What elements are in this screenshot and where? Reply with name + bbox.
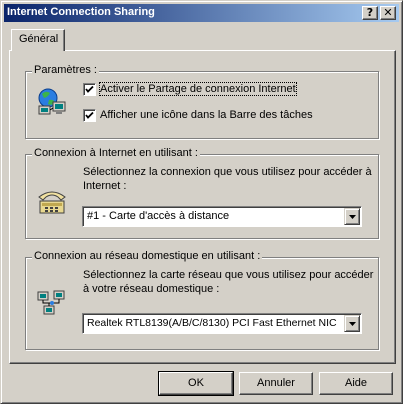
home-description-line1: Sélectionnez la carte réseau que vous ut… [83, 269, 374, 281]
dialog-window: Internet Connection Sharing ? ✕ Général … [0, 0, 403, 404]
network-sharing-icon [38, 88, 66, 115]
enable-sharing-label[interactable]: Activer le Partage de connexion Internet [99, 82, 297, 96]
window-title: Internet Connection Sharing [7, 6, 155, 18]
checkmark-icon [85, 85, 94, 93]
params-group: Paramètres : Activer le Partage de conne… [25, 64, 379, 139]
show-taskbar-icon-label[interactable]: Afficher une icône dans la Barre des tâc… [100, 109, 313, 121]
internet-group-label: Connexion à Internet en utilisant : [32, 147, 200, 159]
internet-description-line1: Sélectionnez la connexion que vous utili… [83, 166, 372, 178]
enable-sharing-checkbox[interactable] [83, 83, 96, 96]
home-network-adapter-value: Realtek RTL8139(A/B/C/8130) PCI Fast Eth… [87, 317, 337, 329]
internet-description-line2: Internet : [83, 180, 127, 192]
chevron-down-icon [349, 215, 356, 219]
telephone-modem-icon [38, 191, 66, 214]
params-group-label: Paramètres : [32, 64, 99, 76]
ok-button[interactable]: OK [158, 371, 234, 396]
home-network-group: Connexion au réseau domestique en utilis… [25, 250, 379, 350]
close-button[interactable]: ✕ [380, 6, 396, 20]
home-network-adapter-select[interactable]: Realtek RTL8139(A/B/C/8130) PCI Fast Eth… [82, 313, 362, 334]
checkmark-icon [85, 111, 94, 119]
home-network-dropdown-button[interactable] [344, 315, 360, 332]
chevron-down-icon [349, 322, 356, 326]
home-group-label: Connexion au réseau domestique en utilis… [32, 250, 263, 262]
tab-general[interactable]: Général [11, 29, 65, 51]
internet-connection-select[interactable]: #1 - Carte d'accès à distance [82, 206, 362, 227]
show-taskbar-icon-checkbox[interactable] [83, 109, 96, 122]
tab-general-label: Général [19, 33, 59, 45]
cancel-button[interactable]: Annuler [239, 372, 313, 395]
internet-connection-value: #1 - Carte d'accès à distance [87, 210, 230, 222]
home-description-line2: à votre réseau domestique : [83, 283, 220, 295]
help-button[interactable]: Aide [319, 372, 393, 395]
internet-connection-dropdown-button[interactable] [344, 208, 360, 225]
internet-connection-group: Connexion à Internet en utilisant : Séle… [25, 147, 379, 239]
title-bar[interactable]: Internet Connection Sharing ? ✕ [4, 4, 399, 22]
home-network-icon [37, 290, 65, 315]
help-title-button[interactable]: ? [362, 6, 378, 20]
